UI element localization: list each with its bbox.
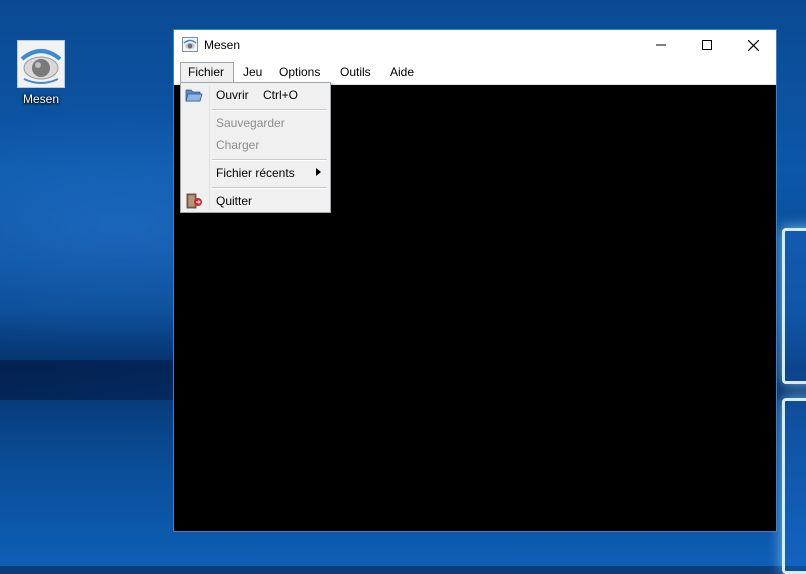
menu-item-open-label: Ouvrir (216, 88, 249, 102)
desktop-shortcut-label: Mesen (22, 92, 60, 106)
close-button[interactable] (730, 30, 776, 60)
mesen-eye-icon (182, 37, 198, 52)
maximize-button[interactable] (684, 30, 730, 60)
minimize-button[interactable] (638, 30, 684, 60)
menu-item-quit[interactable]: Quitter (181, 190, 330, 212)
minimize-icon (656, 44, 666, 46)
menu-item-open-shortcut: Ctrl+O (263, 88, 299, 102)
folder-open-icon (185, 89, 203, 102)
menu-separator (212, 159, 327, 161)
window-title: Mesen (204, 38, 241, 52)
menu-outils[interactable]: Outils (333, 62, 378, 82)
mesen-eye-icon (17, 40, 65, 88)
menu-item-load[interactable]: Charger (181, 134, 330, 156)
menu-item-recent-files[interactable]: Fichier récents (181, 162, 330, 184)
wallpaper-pane-lower (782, 398, 806, 574)
file-menu-dropdown: Ouvrir Ctrl+O Sauvegarder Charger Fichie… (180, 82, 331, 213)
title-bar[interactable]: Mesen (174, 30, 776, 60)
submenu-arrow-icon (316, 168, 321, 176)
maximize-icon (702, 40, 712, 50)
menu-item-quit-label: Quitter (216, 194, 253, 208)
menu-item-load-label: Charger (216, 138, 260, 152)
menu-separator (212, 187, 327, 189)
desktop-shortcut-mesen[interactable]: Mesen (14, 40, 68, 106)
menu-separator (212, 109, 327, 111)
exit-icon (186, 193, 202, 209)
menu-options[interactable]: Options (272, 62, 327, 82)
menu-item-save[interactable]: Sauvegarder (181, 112, 330, 134)
menu-item-open[interactable]: Ouvrir Ctrl+O (181, 84, 330, 106)
wallpaper-pane-upper (782, 228, 806, 384)
close-icon (747, 39, 759, 51)
menu-jeu[interactable]: Jeu (236, 62, 269, 82)
menu-fichier[interactable]: Fichier (180, 62, 234, 82)
menu-aide[interactable]: Aide (383, 62, 421, 82)
menu-item-save-label: Sauvegarder (216, 116, 285, 130)
menu-item-recent-label: Fichier récents (216, 166, 295, 180)
